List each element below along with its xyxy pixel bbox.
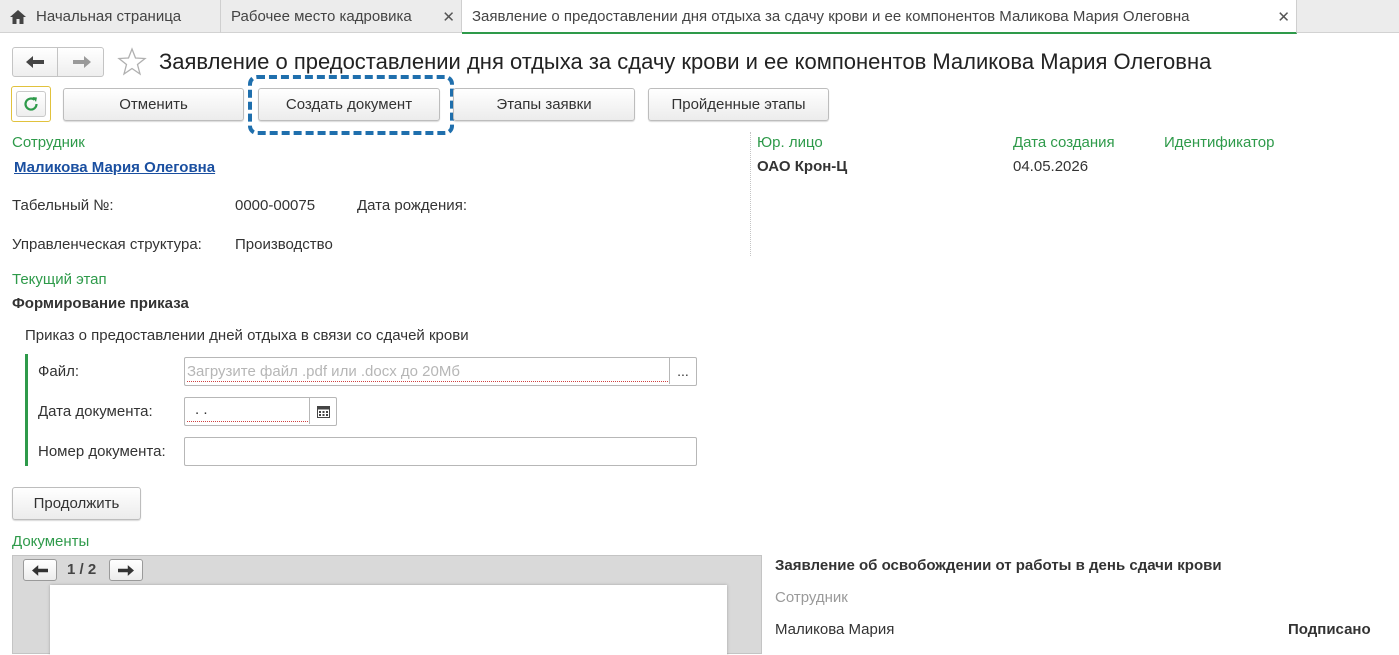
nav-group — [12, 47, 104, 77]
tab-home[interactable]: Начальная страница — [0, 0, 221, 33]
structure-value: Производство — [235, 236, 333, 253]
doc-status: Подписано — [1288, 621, 1371, 638]
arrow-right-icon — [118, 564, 134, 576]
file-placeholder: Загрузите файл .pdf или .docx до 20Мб — [187, 363, 460, 380]
file-input[interactable]: Загрузите файл .pdf или .docx до 20Мб ..… — [184, 357, 697, 386]
file-label: Файл: — [38, 363, 80, 380]
creation-date-value: 04.05.2026 — [1013, 158, 1089, 175]
doc-number-label: Номер документа: — [38, 443, 166, 460]
back-button[interactable] — [13, 48, 58, 76]
tab-number-label: Табельный №: — [12, 197, 114, 214]
calendar-button[interactable] — [309, 398, 336, 424]
tab-home-label: Начальная страница — [36, 8, 182, 25]
close-icon[interactable]: ✕ — [1277, 8, 1290, 26]
doc-date-label: Дата документа: — [38, 403, 153, 420]
next-page-button[interactable] — [109, 559, 143, 581]
required-underline — [187, 421, 308, 422]
tab-number-value: 0000-00075 — [235, 197, 316, 214]
document-viewer: 1 / 2 — [12, 555, 762, 655]
doc-employee-name: Маликова Мария — [775, 621, 895, 638]
doc-number-input[interactable] — [184, 437, 697, 466]
employee-label: Сотрудник — [12, 134, 85, 151]
doc-employee-label: Сотрудник — [775, 589, 848, 606]
creation-date-label: Дата создания — [1013, 134, 1115, 151]
arrow-left-icon — [26, 56, 44, 68]
tab-bar: Начальная страница Рабочее место кадрови… — [0, 0, 1399, 34]
employee-name-link[interactable]: Маликова Мария Олеговна — [14, 159, 215, 176]
current-stage-label: Текущий этап — [12, 271, 107, 288]
tab-hr-workplace-label: Рабочее место кадровика — [231, 8, 412, 25]
group-accent-bar — [25, 354, 28, 466]
page-counter: 1 / 2 — [67, 561, 97, 578]
document-page — [50, 585, 727, 655]
current-stage-value: Формирование приказа — [12, 295, 189, 312]
tab-hr-workplace[interactable]: Рабочее место кадровика ✕ — [221, 0, 462, 33]
continue-button[interactable]: Продолжить — [12, 487, 141, 520]
structure-label: Управленческая структура: — [12, 236, 202, 253]
file-select-button[interactable]: ... — [669, 358, 696, 384]
required-underline — [187, 381, 668, 382]
stages-button[interactable]: Этапы заявки — [453, 88, 635, 121]
tab-application[interactable]: Заявление о предоставлении дня отдыха за… — [462, 0, 1297, 34]
stage-subtitle: Приказ о предоставлении дней отдыха в св… — [25, 327, 469, 344]
documents-label: Документы — [12, 533, 90, 550]
doc-date-input[interactable]: . . — [184, 397, 337, 426]
calendar-icon — [316, 405, 330, 418]
doc-title: Заявление об освобождении от работы в де… — [775, 557, 1222, 574]
arrow-right-icon — [72, 56, 91, 68]
identifier-label: Идентификатор — [1164, 134, 1275, 151]
birth-date-label: Дата рождения: — [357, 197, 467, 214]
arrow-left-icon — [32, 564, 48, 576]
divider — [750, 132, 751, 256]
passed-stages-button[interactable]: Пройденные этапы — [648, 88, 829, 121]
forward-button[interactable] — [59, 48, 104, 76]
refresh-icon — [24, 97, 38, 111]
close-icon[interactable]: ✕ — [442, 8, 455, 26]
star-icon[interactable] — [117, 47, 147, 77]
home-icon — [10, 9, 26, 24]
highlight-frame — [248, 75, 454, 135]
org-value: ОАО Крон-Ц — [757, 158, 848, 175]
org-label: Юр. лицо — [757, 134, 823, 151]
page-title: Заявление о предоставлении дня отдыха за… — [159, 49, 1212, 74]
refresh-button[interactable] — [11, 86, 51, 122]
cancel-button[interactable]: Отменить — [63, 88, 244, 121]
prev-page-button[interactable] — [23, 559, 57, 581]
tab-application-label: Заявление о предоставлении дня отдыха за… — [472, 7, 1190, 25]
doc-date-value: . . — [195, 401, 208, 418]
